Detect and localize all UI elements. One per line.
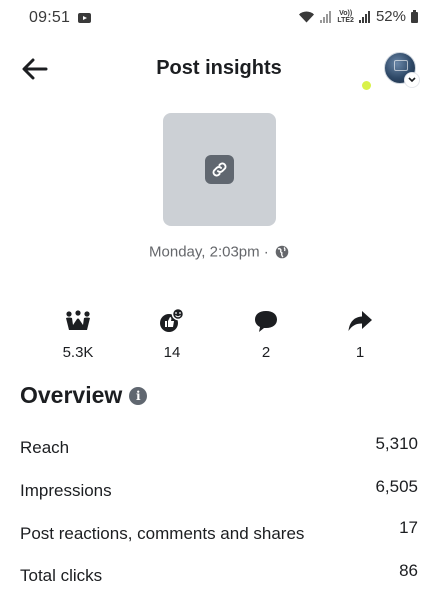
- post-thumbnail[interactable]: [163, 113, 276, 226]
- battery-percent: 52%: [375, 8, 406, 25]
- status-bar: 09:51 Vo)) LTE2 52%: [0, 0, 438, 34]
- chevron-down-icon: [405, 73, 419, 87]
- header: Post insights: [0, 44, 438, 94]
- post-insights-screen: 09:51 Vo)) LTE2 52% Post insights Monday…: [0, 0, 438, 600]
- post-timestamp-text: Monday, 2:03pm ·: [149, 243, 269, 261]
- page-title: Post insights: [156, 57, 282, 79]
- metric-reactions-value: 14: [163, 344, 181, 361]
- battery-icon: [411, 10, 418, 23]
- metric-shares[interactable]: 1: [330, 306, 390, 361]
- metric-comments-value: 2: [261, 344, 271, 361]
- status-time: 09:51: [29, 9, 71, 26]
- post-timestamp: Monday, 2:03pm ·: [0, 243, 438, 261]
- youtube-notification-icon: [78, 13, 91, 23]
- stat-value: 6,505: [375, 477, 418, 496]
- stat-label: Impressions: [20, 481, 112, 500]
- stat-value: 86: [399, 561, 418, 580]
- stat-label: Post reactions, comments and shares: [20, 524, 305, 543]
- metric-reactions[interactable]: 14: [142, 306, 202, 361]
- signal-icon: [320, 10, 332, 23]
- stat-value: 17: [399, 518, 418, 537]
- signal-icon-2: [358, 10, 370, 23]
- link-icon: [205, 155, 234, 184]
- indicator-dot: [362, 81, 371, 90]
- volte-badge: Vo)) LTE2: [337, 9, 354, 24]
- metric-reach[interactable]: 5.3K: [48, 306, 108, 361]
- profile-switcher-button[interactable]: [384, 52, 419, 87]
- globe-icon: [275, 245, 289, 259]
- stat-label: Total clicks: [20, 566, 103, 585]
- stat-row-impressions[interactable]: Impressions 6,505: [20, 477, 418, 508]
- metric-comments[interactable]: 2: [236, 306, 296, 361]
- overview-heading: Overview i: [20, 382, 148, 409]
- stat-label: Reach: [20, 438, 70, 457]
- info-icon[interactable]: i: [129, 386, 148, 405]
- share-icon: [330, 306, 390, 336]
- overview-title-text: Overview: [20, 382, 123, 408]
- status-indicators: Vo)) LTE2 52%: [298, 8, 418, 25]
- stat-row-total-clicks[interactable]: Total clicks 86: [20, 561, 418, 594]
- reach-people-icon: [48, 306, 108, 336]
- wifi-icon: [299, 11, 315, 23]
- stat-row-reach[interactable]: Reach 5,310: [20, 434, 418, 465]
- reactions-icon: [142, 306, 202, 336]
- comment-icon: [236, 306, 296, 336]
- stat-value: 5,310: [375, 434, 418, 453]
- stat-row-engagement[interactable]: Post reactions, comments and shares 17: [20, 518, 418, 551]
- metric-shares-value: 1: [355, 344, 365, 361]
- metric-reach-value: 5.3K: [62, 344, 94, 361]
